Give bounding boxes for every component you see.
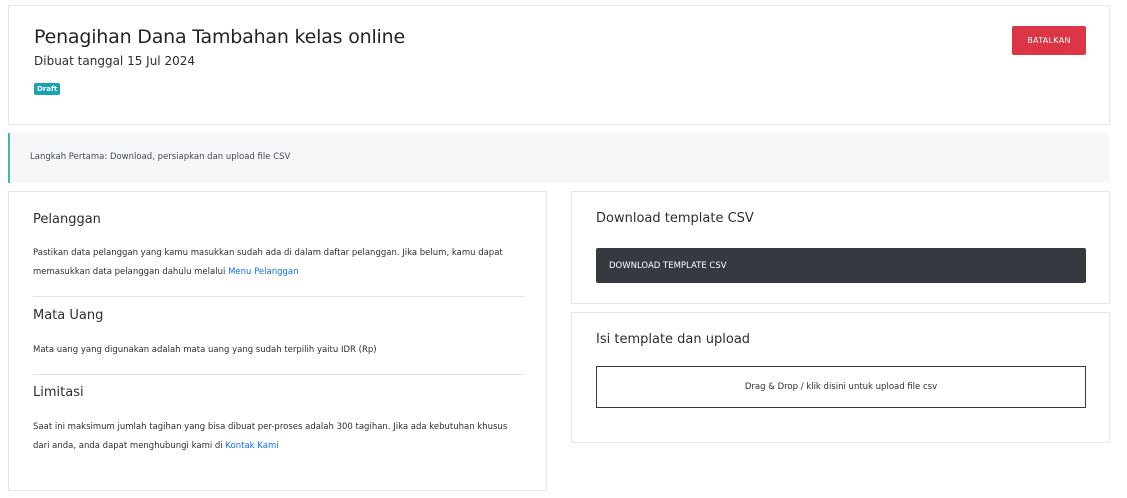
status-badge: Draft (34, 83, 61, 95)
header-card: Penagihan Dana Tambahan kelas online Dib… (8, 5, 1110, 125)
customer-section-title: Pelanggan (33, 212, 101, 227)
upload-title: Isi template dan upload (596, 332, 751, 347)
cancel-button[interactable]: BATALKAN (1012, 26, 1086, 55)
step-text: Langkah Pertama: Download, persiapkan da… (30, 152, 291, 162)
limits-section-title: Limitasi (33, 385, 84, 400)
download-title: Download template CSV (596, 211, 754, 226)
divider (33, 296, 524, 297)
dropzone-label: Drag & Drop / klik disini untuk upload f… (744, 382, 938, 392)
currency-section-text: Mata uang yang digunakan adalah mata uan… (33, 345, 377, 355)
customer-menu-link[interactable]: Menu Pelanggan (228, 267, 298, 277)
currency-section-title: Mata Uang (33, 308, 104, 323)
step-alert: Langkah Pertama: Download, persiapkan da… (8, 133, 1110, 183)
limits-section-text: Saat ini maksimum jumlah tagihan yang bi… (33, 418, 523, 456)
created-date: Dibuat tanggal 15 Jul 2024 (34, 54, 195, 68)
contact-link[interactable]: Kontak Kami (225, 441, 278, 451)
download-card: Download template CSV DOWNLOAD TEMPLATE … (571, 191, 1110, 304)
divider (33, 374, 524, 375)
page-title: Penagihan Dana Tambahan kelas online (34, 26, 405, 48)
info-card: Pelanggan Pastikan data pelanggan yang k… (8, 191, 547, 491)
upload-card: Isi template dan upload Drag & Drop / kl… (571, 312, 1110, 443)
customer-section-text: Pastikan data pelanggan yang kamu masukk… (33, 244, 523, 282)
download-template-button[interactable]: DOWNLOAD TEMPLATE CSV (596, 248, 1086, 283)
csv-dropzone[interactable]: Drag & Drop / klik disini untuk upload f… (596, 366, 1086, 408)
